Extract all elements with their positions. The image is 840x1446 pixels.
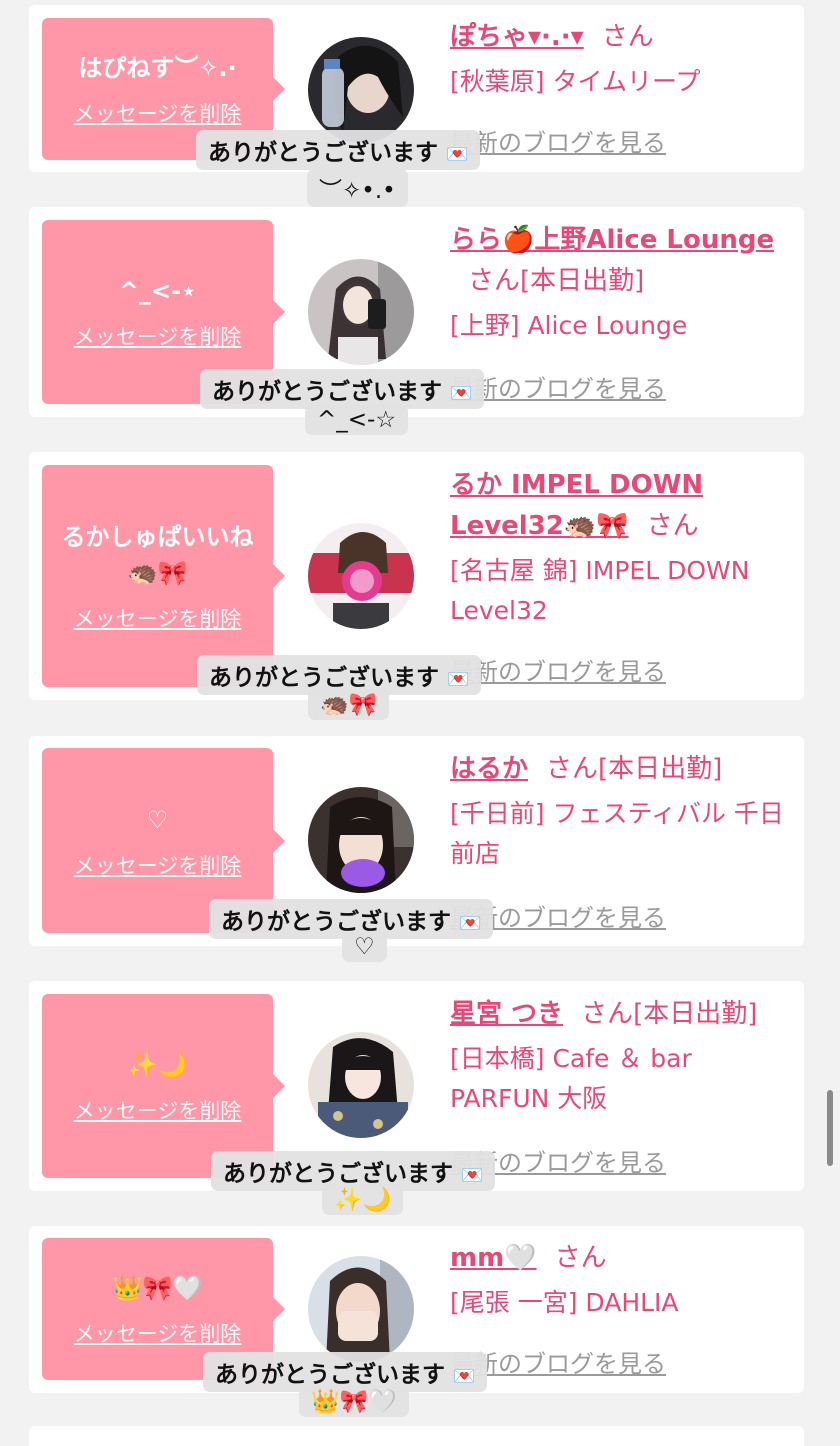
name-line: はるか さん[本日出勤] [450,749,795,790]
message-text: はぴねす︶✧.· [78,54,237,82]
envelope-heart-icon: 💌 [453,1366,476,1387]
toast-body: ^_<-☆ [305,405,408,435]
toast-body: 🦔🎀 [308,689,390,720]
toast-body: ✨🌙 [322,1184,404,1215]
honorific: さん [468,266,521,296]
photo-avatar-icon [308,1256,414,1362]
name-line: らら🍎上野Alice Lounge さん[本日出勤] [450,220,795,302]
photo-avatar-icon [308,259,414,365]
photo-avatar-icon [308,523,414,629]
toast-title: ありがとうございます [208,140,438,166]
toast-popup: ありがとうございます 💌 [196,130,481,170]
toast-title: ありがとうございます [221,909,451,935]
delete-message-link[interactable]: メッセージを削除 [74,1318,242,1348]
girl-info: mm🤍 さん [尾張 一宮] DAHLIA [450,1238,795,1323]
shop-label: [上野] Alice Lounge [450,311,688,340]
latest-blog-link[interactable]: 最新のブログを見る [450,123,666,158]
avatar[interactable] [308,787,414,893]
message-text: ♡ [146,805,169,834]
attendance-status: [本日出勤] [598,754,723,784]
name-line: mm🤍 さん [450,1238,795,1279]
message-text: るかしゅぱいいね🦔🎀 [61,523,254,587]
name-line: ぽちゃ▾·.·▾ さん [450,17,795,58]
message-text: ✨🌙 [127,1051,188,1079]
delete-message-link[interactable]: メッセージを削除 [74,850,242,880]
avatar[interactable] [308,259,414,365]
avatar[interactable] [308,523,414,629]
shop-label: [秋葉原] タイムリープ [450,67,701,96]
shop-label: [日本橋] Cafe ＆ bar PARFUN 大阪 [450,1044,692,1113]
avatar[interactable] [308,1256,414,1362]
delete-message-link[interactable]: メッセージを削除 [74,1095,242,1125]
delete-message-link[interactable]: メッセージを削除 [74,603,242,633]
envelope-heart-icon: 💌 [446,144,469,165]
message-bubble: るかしゅぱいいね🦔🎀 メッセージを削除 [42,465,285,687]
girl-name-link[interactable]: 星宮 つき [450,999,563,1029]
next-message-card [29,1426,804,1446]
honorific: さん [546,754,599,784]
toast-title: ありがとうございます [212,379,442,405]
attendance-status: [本日出勤] [633,999,758,1029]
shop-label: [尾張 一宮] DAHLIA [450,1288,679,1317]
avatar[interactable] [308,1032,414,1138]
honorific: さん [581,999,634,1029]
name-line: るか IMPEL DOWN Level32🦔🎀 さん [450,465,795,547]
girl-name-link[interactable]: はるか [450,754,528,784]
toast-title: ありがとうございます [215,1362,445,1388]
honorific: さん [554,1243,607,1273]
shop-label: [千日前] フェスティバル 千日前店 [450,799,784,868]
toast-popup: ありがとうございます 💌 [200,369,485,409]
girl-info: らら🍎上野Alice Lounge さん[本日出勤] [上野] Alice Lou… [450,220,795,346]
girl-name-link[interactable]: ぽちゃ▾·.·▾ [450,22,584,52]
honorific: さん [601,22,654,52]
toast-title: ありがとうございます [209,665,439,691]
shop-label: [名古屋 錦] IMPEL DOWN Level32 [450,556,750,625]
avatar[interactable] [308,37,414,143]
honorific: さん [646,511,699,541]
toast-body: ︶✧•.• [307,169,408,207]
envelope-heart-icon: 💌 [461,1165,484,1186]
delete-message-link[interactable]: メッセージを削除 [74,321,242,351]
girl-info: 星宮 つき さん[本日出勤] [日本橋] Cafe ＆ bar PARFUN 大阪 [450,994,795,1119]
name-line: 星宮 つき さん[本日出勤] [450,994,795,1035]
message-text: 👑🎀🤍 [112,1274,203,1302]
envelope-heart-icon: 💌 [450,383,473,404]
photo-avatar-icon [308,787,414,893]
scrollbar[interactable] [827,1090,833,1166]
message-text: ^_<-⋆ [118,277,197,305]
girl-name-link[interactable]: らら🍎上野Alice Lounge [450,225,774,255]
girl-info: るか IMPEL DOWN Level32🦔🎀 さん [名古屋 錦] IMPEL … [450,465,795,631]
photo-avatar-icon [308,37,414,143]
attendance-status: [本日出勤] [520,266,645,296]
envelope-heart-icon: 💌 [447,669,470,690]
envelope-heart-icon: 💌 [459,913,482,934]
latest-blog-link[interactable]: 最新のブログを見る [450,652,666,687]
girl-info: ぽちゃ▾·.·▾ さん [秋葉原] タイムリープ [450,17,795,102]
toast-body: 👑🎀🤍 [299,1386,409,1417]
delete-message-link[interactable]: メッセージを削除 [74,98,242,128]
toast-body: ♡ [342,932,387,962]
girl-name-link[interactable]: mm🤍 [450,1243,537,1273]
photo-avatar-icon [308,1032,414,1138]
girl-info: はるか さん[本日出勤] [千日前] フェスティバル 千日前店 [450,749,795,874]
